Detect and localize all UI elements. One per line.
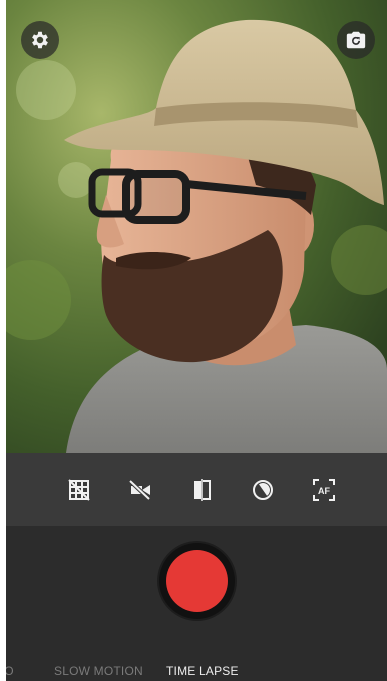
- mode-slow-motion[interactable]: SLOW MOTION: [54, 664, 143, 678]
- autofocus-icon: AF: [313, 478, 335, 501]
- record-button-inner: [166, 550, 228, 612]
- autofocus-label: AF: [318, 486, 330, 496]
- camera-app: AF EO SLOW MOTION TIME LAPSE: [6, 0, 387, 681]
- mirror-toggle-button[interactable]: [187, 475, 217, 505]
- capture-mode-selector: EO SLOW MOTION TIME LAPSE: [6, 653, 387, 681]
- mirror-icon: [193, 478, 211, 501]
- mode-time-lapse[interactable]: TIME LAPSE: [166, 664, 239, 678]
- autofocus-button[interactable]: AF: [309, 475, 339, 505]
- exposure-button[interactable]: [248, 475, 278, 505]
- shutter-area: [6, 526, 387, 653]
- flash-off-icon: [128, 479, 151, 500]
- grid-toggle-button[interactable]: [64, 475, 94, 505]
- viewfinder-preview-image: [6, 0, 387, 453]
- camera-switch-icon: [346, 31, 366, 49]
- gear-icon: [32, 31, 48, 49]
- mode-video[interactable]: EO: [6, 664, 14, 678]
- settings-button[interactable]: [21, 21, 59, 59]
- exposure-icon: [252, 479, 273, 500]
- switch-camera-button[interactable]: [337, 21, 375, 59]
- record-button[interactable]: [159, 543, 235, 619]
- camera-viewfinder[interactable]: [6, 0, 387, 453]
- flash-toggle-button[interactable]: [125, 475, 155, 505]
- grid-off-icon: [68, 478, 90, 501]
- camera-tools-bar: AF: [6, 453, 387, 526]
